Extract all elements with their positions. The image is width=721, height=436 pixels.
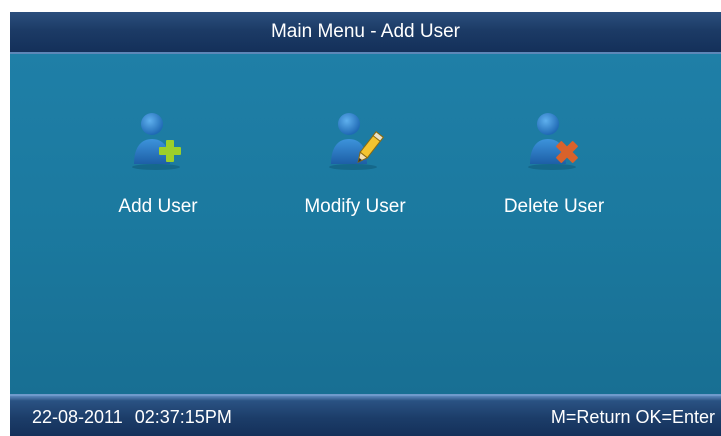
- menu-area: Add User Modify User Delete User: [10, 54, 721, 394]
- add-user-label: Add User: [118, 196, 198, 217]
- time-text: 02:37:15PM: [134, 407, 232, 427]
- screen: Main Menu - Add User Add User Modify Use…: [10, 12, 721, 436]
- device-frame: Main Menu - Add User Add User Modify Use…: [0, 0, 721, 436]
- date-text: 22-08-2011: [32, 407, 123, 427]
- modify-user-icon: [329, 113, 384, 170]
- delete-user-button[interactable]: Delete User: [464, 106, 644, 218]
- add-user-icon: [132, 113, 181, 170]
- status-bar: 22-08-2011 02:37:15PM M=Return OK=Enter: [10, 394, 721, 436]
- page-title: Main Menu - Add User: [270, 21, 461, 42]
- key-hint: M=Return OK=Enter: [550, 407, 715, 427]
- delete-user-icon: [528, 113, 578, 170]
- modify-user-label: Modify User: [304, 196, 406, 217]
- modify-user-button[interactable]: Modify User: [265, 106, 445, 218]
- add-user-button[interactable]: Add User: [68, 106, 248, 218]
- title-bar: Main Menu - Add User: [10, 12, 721, 54]
- datetime: 22-08-2011 02:37:15PM: [32, 407, 232, 428]
- delete-user-label: Delete User: [503, 196, 605, 217]
